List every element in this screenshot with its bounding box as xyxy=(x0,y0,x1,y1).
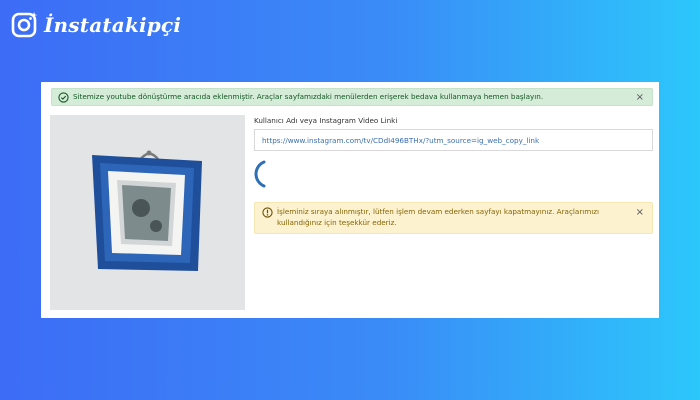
check-circle-icon xyxy=(58,92,69,103)
picture-frame-icon xyxy=(92,150,202,271)
success-alert-text: Sitemize youtube dönüştürme aracıda ekle… xyxy=(73,92,544,101)
brand-name: İnstatakipçi xyxy=(44,13,182,37)
warning-alert: İşleminiz sıraya alınmıştır, lütfen işle… xyxy=(254,202,653,234)
main-panel: Sitemize youtube dönüştürme aracıda ekle… xyxy=(41,82,659,318)
success-alert: Sitemize youtube dönüştürme aracıda ekle… xyxy=(51,88,653,106)
loading-spinner-icon xyxy=(254,160,266,188)
instagram-camera-icon xyxy=(11,12,38,38)
exclamation-circle-icon xyxy=(262,207,273,218)
warning-alert-close-button[interactable]: × xyxy=(636,208,644,218)
brand-logo[interactable]: İnstatakipçi xyxy=(10,8,181,42)
url-input[interactable] xyxy=(254,129,653,151)
media-preview xyxy=(50,115,245,310)
success-alert-close-button[interactable]: × xyxy=(636,93,644,103)
url-field-label: Kullanıcı Adı veya Instagram Video Linki xyxy=(254,116,398,125)
warning-alert-text: İşleminiz sıraya alınmıştır, lütfen işle… xyxy=(277,207,600,227)
